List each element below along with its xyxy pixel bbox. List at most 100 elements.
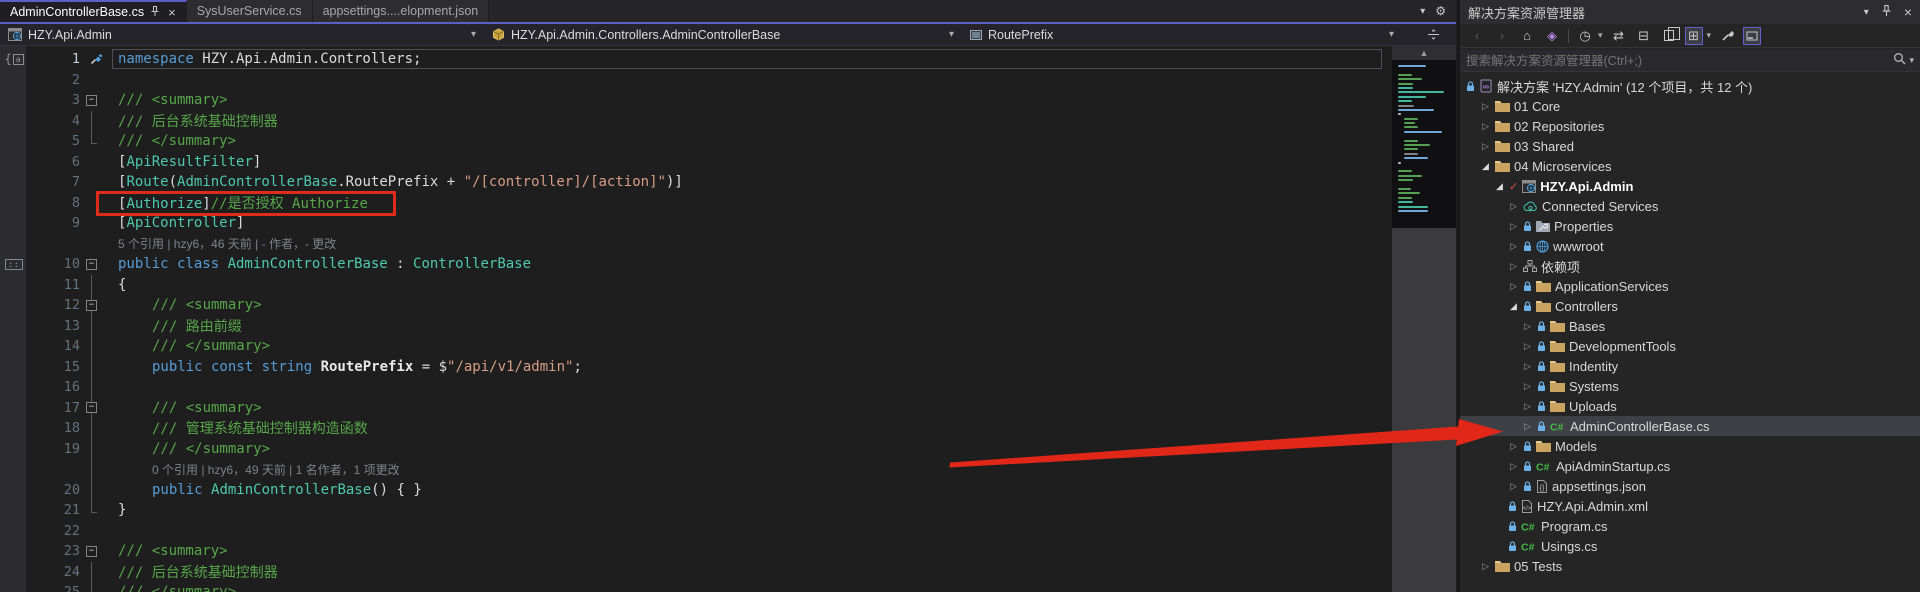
show-all-files-button[interactable]: [1660, 27, 1678, 45]
expand-arrow-icon[interactable]: ▷: [1522, 421, 1533, 432]
collapse-all-button[interactable]: ⊟: [1635, 27, 1653, 45]
expand-arrow-icon[interactable]: ▷: [1508, 281, 1519, 292]
code-line[interactable]: 5/// </summary>: [0, 131, 1392, 152]
code-line[interactable]: 25/// </summary>: [0, 582, 1392, 592]
tree-item-applicationservices[interactable]: ▷ApplicationServices: [1460, 276, 1920, 296]
tab-list-dropdown-icon[interactable]: ▾: [1420, 6, 1425, 17]
tree-item-05-tests[interactable]: ▷05 Tests: [1460, 556, 1920, 576]
tree-item-usings-cs[interactable]: C#Usings.cs: [1460, 536, 1920, 556]
expand-arrow-icon[interactable]: ▷: [1522, 361, 1533, 372]
close-icon[interactable]: ×: [1904, 4, 1912, 20]
member-dropdown[interactable]: RoutePrefix ▾: [962, 24, 1402, 45]
expand-arrow-icon[interactable]: ▷: [1480, 101, 1491, 112]
code-line[interactable]: 6[ApiResultFilter]: [0, 152, 1392, 173]
scroll-up-arrow[interactable]: ▲: [1392, 46, 1456, 60]
tree-item-03-shared[interactable]: ▷03 Shared: [1460, 136, 1920, 156]
options-gear-icon[interactable]: ⚙: [1435, 4, 1446, 18]
expand-arrow-icon[interactable]: ▷: [1508, 201, 1519, 212]
preview-selected-items-button[interactable]: [1743, 27, 1761, 45]
home-button[interactable]: ⌂: [1518, 27, 1536, 45]
tree-item-wwwroot[interactable]: ▷wwwroot: [1460, 236, 1920, 256]
expand-arrow-icon[interactable]: ▷: [1522, 401, 1533, 412]
code-line[interactable]: 20public AdminControllerBase() { }: [0, 480, 1392, 501]
tree-item-models[interactable]: ▷Models: [1460, 436, 1920, 456]
panel-title-bar[interactable]: 解决方案资源管理器 ▾ ×: [1460, 0, 1920, 24]
codelens-row[interactable]: 5 个引用 | hzy6，46 天前 | - 作者，- 更改: [0, 234, 1392, 255]
tree-item-systems[interactable]: ▷Systems: [1460, 376, 1920, 396]
tab-sysuserservice[interactable]: SysUserService.cs: [187, 0, 313, 22]
code-line[interactable]: 22: [0, 521, 1392, 542]
code-minimap[interactable]: [1392, 60, 1456, 228]
fold-toggle[interactable]: −: [86, 259, 97, 270]
code-line[interactable]: 9[ApiController]: [0, 213, 1392, 234]
sync-with-active-document-button[interactable]: ⇄: [1610, 27, 1628, 45]
expand-arrow-icon[interactable]: ▷: [1522, 341, 1533, 352]
codelens-row[interactable]: 0 个引用 | hzy6，49 天前 | 1 名作者，1 项更改: [0, 459, 1392, 480]
code-line[interactable]: 8[Authorize]//是否授权 Authorize: [0, 193, 1392, 214]
collapse-arrow-icon[interactable]: ◢: [1508, 301, 1519, 312]
tree-item-uploads[interactable]: ▷Uploads: [1460, 396, 1920, 416]
expand-arrow-icon[interactable]: ▷: [1508, 261, 1519, 272]
tree-item-connected-services[interactable]: ▷Connected Services: [1460, 196, 1920, 216]
fold-toggle[interactable]: −: [86, 402, 97, 413]
code-line[interactable]: 17−/// <summary>: [0, 398, 1392, 419]
tree-item-properties[interactable]: ▷Properties: [1460, 216, 1920, 236]
tree-item-indentity[interactable]: ▷Indentity: [1460, 356, 1920, 376]
pending-changes-filter-button[interactable]: ◷: [1576, 27, 1594, 45]
project-dropdown[interactable]: HZY.Api.Admin ▾: [0, 24, 484, 45]
code-line[interactable]: 24/// 后台系统基础控制器: [0, 562, 1392, 583]
code-line[interactable]: 4/// 后台系统基础控制器: [0, 111, 1392, 132]
fold-toggle[interactable]: −: [86, 546, 97, 557]
tree-item-appsettings-json[interactable]: ▷{}appsettings.json: [1460, 476, 1920, 496]
code-line[interactable]: 19/// </summary>: [0, 439, 1392, 460]
code-line[interactable]: 13/// 路由前缀: [0, 316, 1392, 337]
tree-item-依赖项[interactable]: ▷依赖项: [1460, 256, 1920, 276]
tree-item-bases[interactable]: ▷Bases: [1460, 316, 1920, 336]
code-line[interactable]: 15public const string RoutePrefix = $"/a…: [0, 357, 1392, 378]
filter-solution-button[interactable]: ⊞: [1685, 27, 1703, 45]
expand-arrow-icon[interactable]: ▷: [1508, 221, 1519, 232]
tree-item-admincontrollerbase-cs[interactable]: ▷C#AdminControllerBase.cs: [1460, 416, 1920, 436]
code-line[interactable]: 11{: [0, 275, 1392, 296]
pin-icon[interactable]: [150, 5, 160, 19]
chevron-down-icon[interactable]: ▾: [1707, 30, 1712, 41]
scrollbar-map[interactable]: ▲: [1392, 46, 1456, 592]
collapse-arrow-icon[interactable]: ◢: [1494, 181, 1505, 192]
tree-item-01-core[interactable]: ▷01 Core: [1460, 96, 1920, 116]
search-input[interactable]: [1466, 54, 1893, 68]
expand-arrow-icon[interactable]: ▷: [1508, 481, 1519, 492]
expand-arrow-icon[interactable]: ▷: [1508, 441, 1519, 452]
close-icon[interactable]: ×: [168, 5, 176, 20]
tree-item-解决方案-hzy-admin-12-个项目-共-12-个[interactable]: ∞解决方案 'HZY.Admin' (12 个项目，共 12 个): [1460, 76, 1920, 96]
expand-arrow-icon[interactable]: ▷: [1522, 321, 1533, 332]
tree-item-developmenttools[interactable]: ▷DevelopmentTools: [1460, 336, 1920, 356]
search-icon[interactable]: [1893, 52, 1906, 70]
tab-appsettings[interactable]: appsettings....elopment.json: [313, 0, 490, 22]
code-line[interactable]: 18/// 管理系统基础控制器构造函数: [0, 418, 1392, 439]
expand-arrow-icon[interactable]: ▷: [1508, 461, 1519, 472]
switch-views-button[interactable]: ◈: [1543, 27, 1561, 45]
expand-arrow-icon[interactable]: ▷: [1480, 141, 1491, 152]
code-line[interactable]: 21}: [0, 500, 1392, 521]
window-position-dropdown-icon[interactable]: ▾: [1864, 7, 1869, 18]
expand-arrow-icon[interactable]: ▷: [1480, 121, 1491, 132]
tree-item-hzy-api-admin[interactable]: ◢✓HZY.Api.Admin: [1460, 176, 1920, 196]
fold-toggle[interactable]: −: [86, 95, 97, 106]
collapse-arrow-icon[interactable]: ◢: [1480, 161, 1491, 172]
scrollbar-track[interactable]: [1392, 228, 1456, 592]
code-editor[interactable]: {a1namespace HZY.Api.Admin.Controllers;2…: [0, 46, 1392, 592]
expand-arrow-icon[interactable]: ▷: [1480, 561, 1491, 572]
split-editor-handle[interactable]: [1427, 28, 1456, 41]
expand-arrow-icon[interactable]: ▷: [1522, 381, 1533, 392]
code-line[interactable]: 3−/// <summary>: [0, 90, 1392, 111]
code-line[interactable]: 14/// </summary>: [0, 336, 1392, 357]
chevron-down-icon[interactable]: ▾: [1598, 30, 1603, 41]
code-line[interactable]: ::10−public class AdminControllerBase : …: [0, 254, 1392, 275]
code-line[interactable]: 2: [0, 70, 1392, 91]
code-line[interactable]: 23−/// <summary>: [0, 541, 1392, 562]
pin-icon[interactable]: [1881, 3, 1892, 21]
type-dropdown[interactable]: HZY.Api.Admin.Controllers.AdminControlle…: [484, 24, 962, 45]
tree-item-hzy-api-admin-xml[interactable]: </>HZY.Api.Admin.xml: [1460, 496, 1920, 516]
code-line[interactable]: 12−/// <summary>: [0, 295, 1392, 316]
properties-wrench-button[interactable]: [1718, 27, 1736, 45]
